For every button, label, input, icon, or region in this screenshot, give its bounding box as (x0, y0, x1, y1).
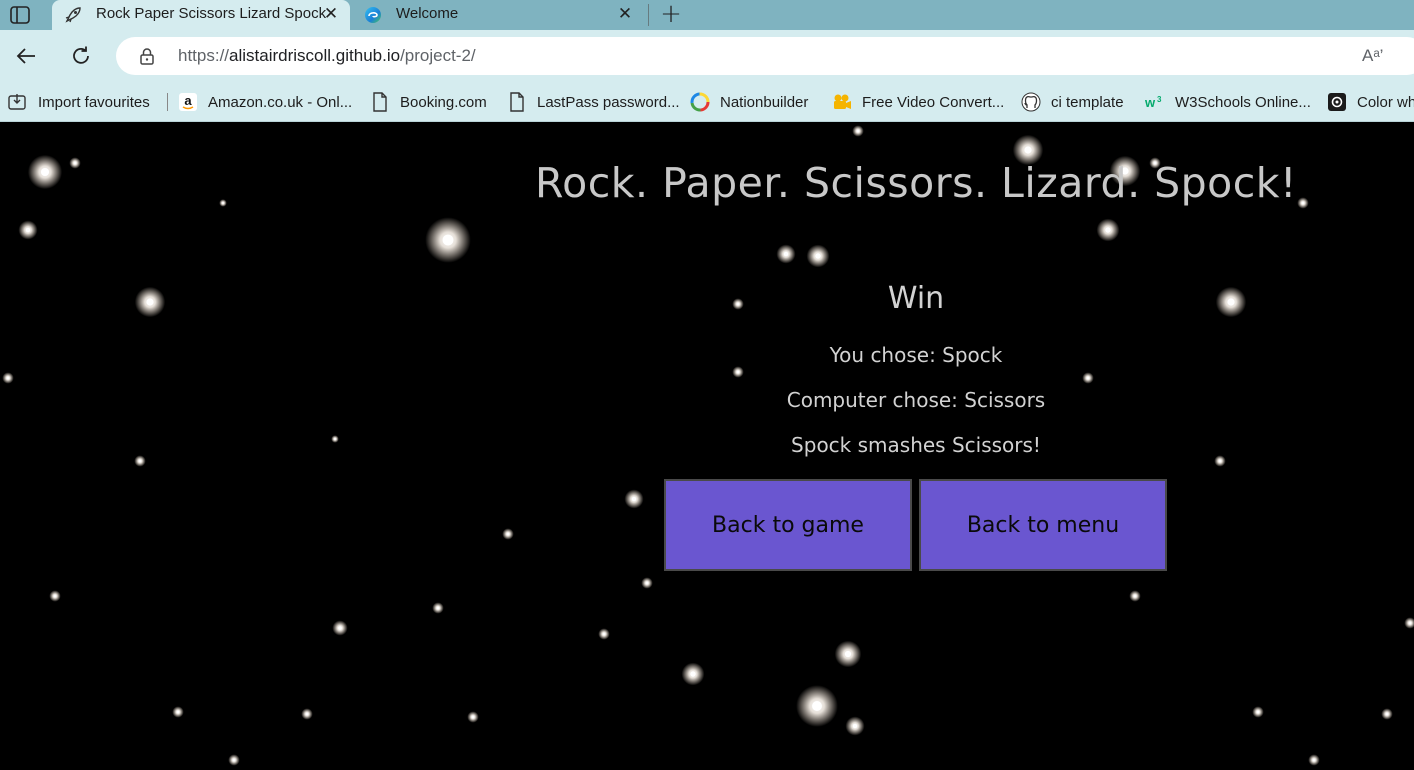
github-icon (1021, 92, 1041, 112)
star (690, 671, 696, 677)
page-icon (507, 92, 527, 112)
url-host: alistairdriscoll.github.io (229, 46, 401, 65)
import-icon (8, 92, 28, 112)
video-icon (832, 92, 852, 112)
favourite-label: Free Video Convert... (862, 93, 1005, 111)
tab-separator (648, 4, 649, 26)
star (856, 129, 860, 133)
star (338, 626, 342, 630)
lock-icon[interactable] (138, 47, 156, 65)
back-to-game-button[interactable]: Back to game (664, 479, 912, 571)
favourites-divider (167, 93, 168, 111)
nationbuilder-icon (690, 92, 710, 112)
computer-choice-text: Computer chose: Scissors (786, 388, 1046, 412)
star (305, 712, 309, 716)
star (471, 715, 475, 719)
tab-welcome[interactable]: Welcome ✕ (352, 0, 644, 30)
svg-text:w: w (1145, 95, 1156, 110)
favourite-color[interactable]: Color wh (1327, 91, 1414, 113)
tab-strip: Rock Paper Scissors Lizard Spock ✕ Welco… (0, 0, 1414, 30)
star (506, 532, 510, 536)
close-tab-icon[interactable]: ✕ (616, 5, 634, 23)
game-page: Rock. Paper. Scissors. Lizard. Spock! Wi… (0, 123, 1414, 770)
url-text[interactable]: https://alistairdriscoll.github.io/proje… (178, 46, 476, 66)
star (852, 723, 858, 729)
favourite-ci-template[interactable]: ci template (1021, 91, 1124, 113)
tab-title: Rock Paper Scissors Lizard Spock (96, 5, 327, 22)
star (736, 370, 740, 374)
star (631, 496, 637, 502)
new-tab-icon[interactable]: + (658, 1, 684, 28)
star (232, 758, 236, 762)
favourite-label: W3Schools Online... (1175, 93, 1311, 111)
refresh-icon[interactable] (67, 42, 95, 70)
star (1385, 712, 1389, 716)
read-aloud-icon[interactable]: Aᵃ’ (1362, 46, 1383, 66)
tab-title: Welcome (396, 5, 459, 22)
favourite-w3schools[interactable]: w3 W3Schools Online... (1145, 91, 1311, 113)
star (1256, 710, 1260, 714)
star (812, 701, 822, 711)
star (1105, 227, 1111, 233)
edge-logo-icon (364, 6, 382, 24)
favourite-lastpass[interactable]: LastPass password... (507, 91, 680, 113)
favourite-label: Import favourites (38, 93, 150, 111)
favourite-label: Nationbuilder (720, 93, 809, 111)
star (645, 581, 649, 585)
favourite-label: Color wh (1357, 93, 1414, 111)
star (844, 650, 852, 658)
w3schools-icon: w3 (1145, 92, 1165, 112)
favourite-amazon[interactable]: a Amazon.co.uk - Onl... (178, 91, 352, 113)
game-title: Rock. Paper. Scissors. Lizard. Spock! (534, 159, 1297, 207)
back-to-menu-button[interactable]: Back to menu (919, 479, 1167, 571)
favourite-label: Amazon.co.uk - Onl... (208, 93, 353, 111)
star (1408, 621, 1412, 625)
star (436, 606, 440, 610)
tab-actions-icon[interactable] (8, 4, 32, 26)
star (1086, 376, 1090, 380)
star (783, 251, 789, 257)
star (53, 594, 57, 598)
favourite-booking[interactable]: Booking.com (370, 91, 487, 113)
back-arrow-icon[interactable] (12, 42, 40, 70)
svg-text:3: 3 (1157, 95, 1162, 104)
star (442, 234, 454, 246)
browser-toolbar: https://alistairdriscoll.github.io/proje… (0, 30, 1414, 82)
svg-text:a: a (184, 93, 192, 108)
amazon-icon: a (178, 92, 198, 112)
favourite-label: ci template (1051, 93, 1124, 111)
favourite-nationbuilder[interactable]: Nationbuilder (690, 91, 808, 113)
star (176, 710, 180, 714)
favourite-label: Booking.com (400, 93, 487, 111)
star (138, 459, 142, 463)
star (1312, 758, 1316, 762)
favourite-label: LastPass password... (537, 93, 680, 111)
favourite-import[interactable]: Import favourites (8, 91, 150, 113)
address-bar[interactable]: https://alistairdriscoll.github.io/proje… (116, 37, 1414, 75)
favourites-bar: Import favourites a Amazon.co.uk - Onl..… (0, 82, 1414, 122)
star (815, 253, 821, 259)
favourite-video-converter[interactable]: Free Video Convert... (832, 91, 1004, 113)
star (1024, 146, 1032, 154)
url-scheme: https:// (178, 46, 230, 65)
color-icon (1327, 92, 1347, 112)
star (1218, 459, 1222, 463)
star (602, 632, 606, 636)
page-icon (370, 92, 390, 112)
player-choice-text: You chose: Spock (829, 343, 1003, 367)
url-path: /project-2/ (400, 46, 476, 65)
star (25, 227, 31, 233)
rocket-icon (64, 6, 82, 24)
star (1133, 594, 1137, 598)
tab-rock-paper-scissors[interactable]: Rock Paper Scissors Lizard Spock ✕ (52, 0, 350, 30)
close-tab-icon[interactable]: ✕ (322, 5, 340, 23)
star (6, 376, 10, 380)
outcome-message: Spock smashes Scissors! (791, 433, 1041, 457)
result-heading: Win (887, 281, 945, 316)
